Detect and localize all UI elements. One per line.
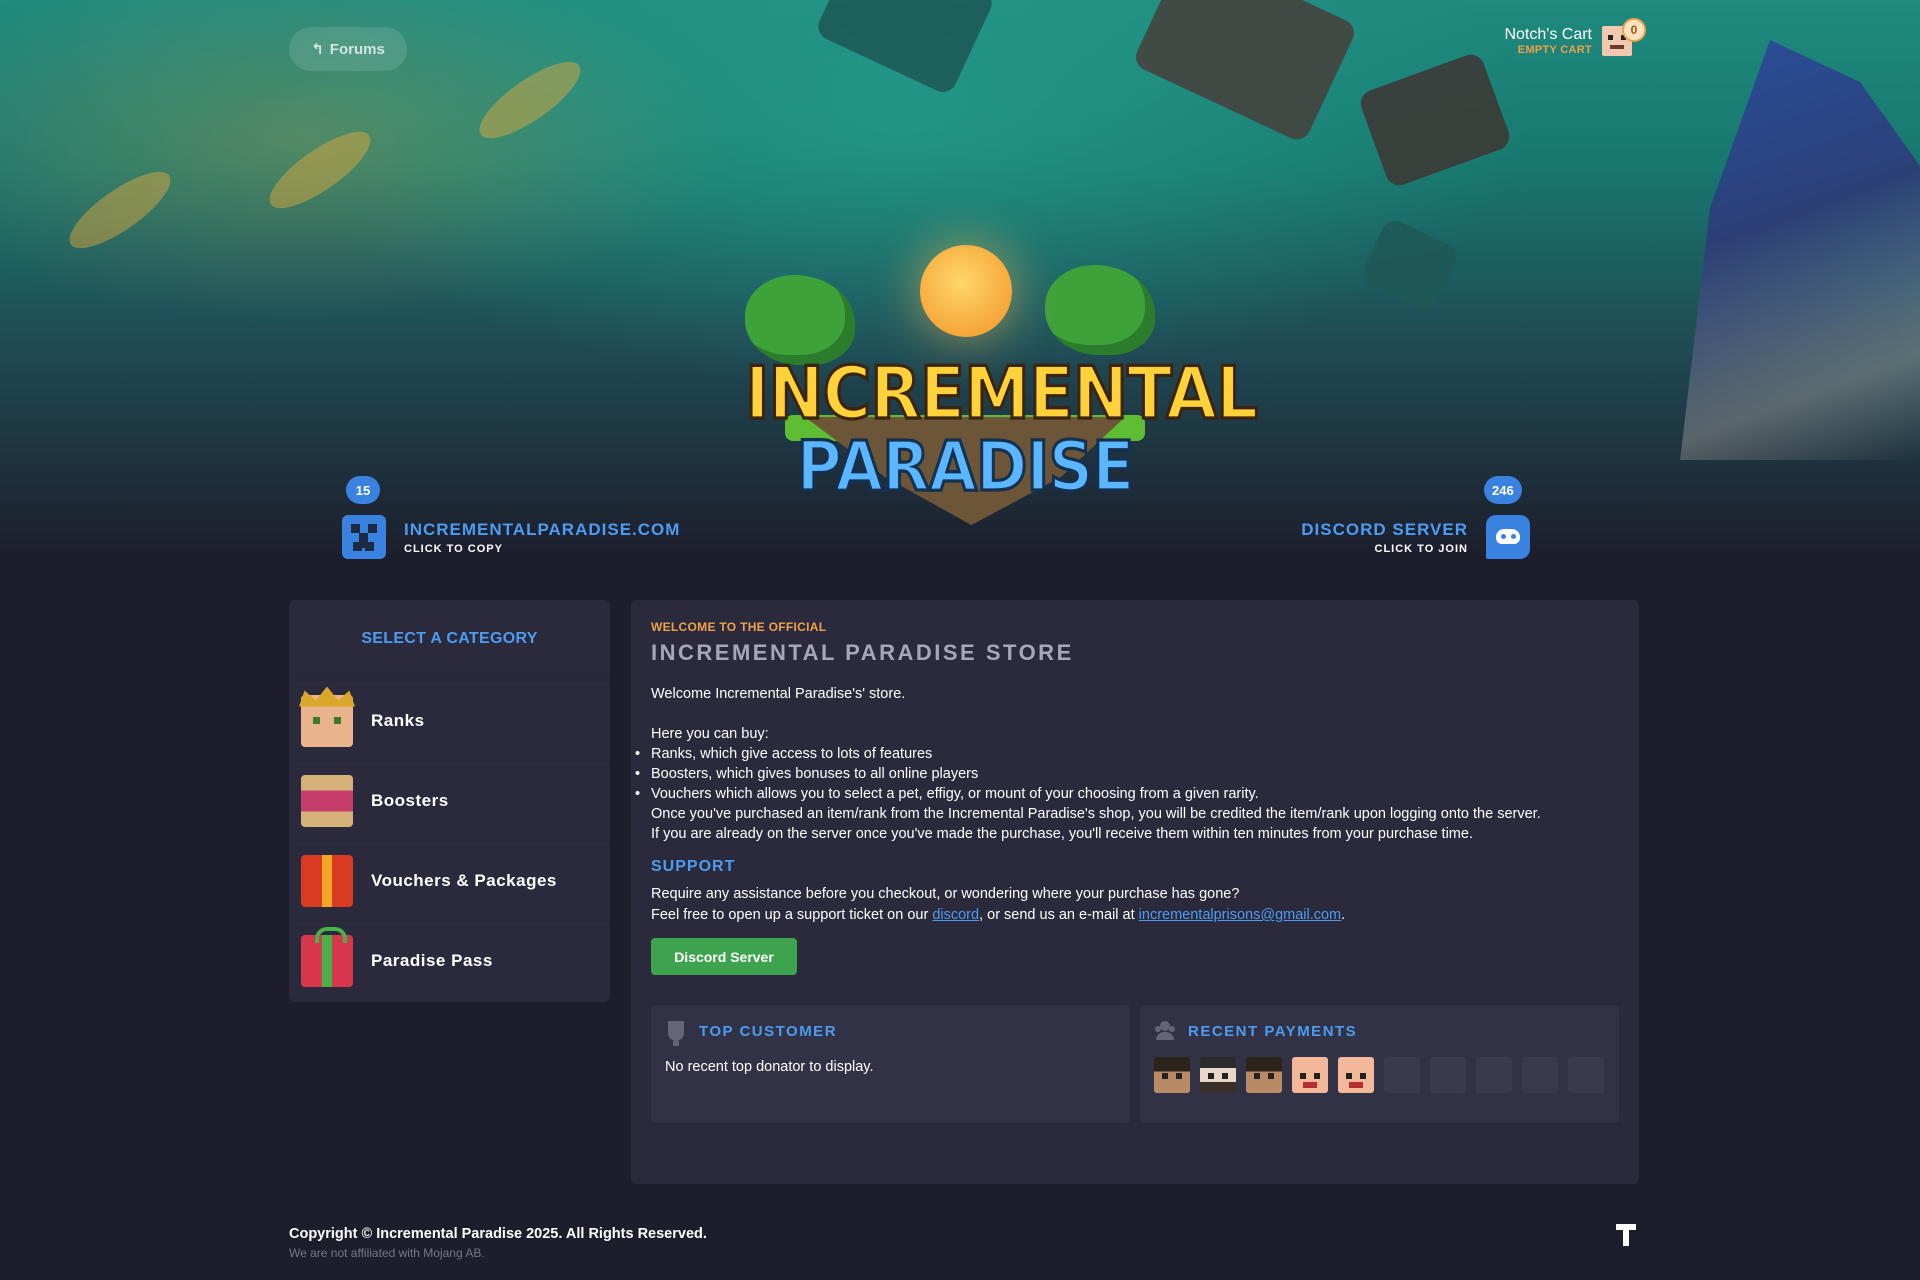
support-line-1: Require any assistance before you checko… — [651, 886, 1240, 902]
logo-text-line2: PARADISE — [795, 425, 1136, 509]
player-head-avatar[interactable] — [1154, 1057, 1190, 1093]
player-head-avatar[interactable] — [1200, 1057, 1236, 1093]
recent-payments-title: RECENT PAYMENTS — [1188, 1022, 1358, 1040]
cliff-decoration — [1680, 40, 1920, 460]
discord-members-badge: 246 — [1484, 476, 1522, 504]
present-icon — [301, 926, 353, 987]
copyright-text: Copyright © Incremental Paradise 2025. A… — [289, 1226, 707, 1242]
buy-list: Ranks, which give access to lots of feat… — [635, 744, 1619, 804]
list-item: Vouchers which allows you to select a pe… — [635, 784, 1619, 804]
support-line-2: Feel free to open up a support ticket on… — [651, 905, 1619, 926]
tree-decoration — [1045, 265, 1155, 355]
support-text: Require any assistance before you checko… — [651, 884, 1619, 926]
floating-rock — [1358, 216, 1462, 314]
player-head-avatar[interactable] — [1338, 1057, 1374, 1093]
logo-text-line1: INCREMENTAL — [744, 349, 1260, 437]
page-title: INCREMENTAL PARADISE STORE — [651, 640, 1074, 665]
empty-payment-slot — [1384, 1057, 1420, 1093]
recent-payments-list — [1154, 1057, 1605, 1093]
sidebar-heading: SELECT A CATEGORY — [289, 600, 610, 680]
buy-heading: Here you can buy: — [651, 726, 769, 742]
sidebar-item-label: Boosters — [371, 790, 449, 810]
list-item: Boosters, which gives bonuses to all onl… — [635, 764, 1619, 784]
discord-server-link[interactable]: DISCORD SERVER CLICK TO JOIN — [1301, 515, 1530, 559]
player-head-avatar[interactable] — [1292, 1057, 1328, 1093]
floating-rock — [813, 0, 997, 97]
server-address-copy[interactable]: INCREMENTALPARADISE.COM CLICK TO COPY — [342, 515, 680, 559]
player-head-avatar[interactable] — [1246, 1057, 1282, 1093]
gift-box-icon — [301, 854, 353, 907]
floating-rock — [1356, 50, 1514, 190]
recent-payments-widget: RECENT PAYMENTS — [1140, 1005, 1619, 1123]
cart[interactable]: Notch's Cart EMPTY CART 0 — [1504, 18, 1646, 56]
server-address: INCREMENTALPARADISE.COM — [404, 519, 681, 539]
sidebar-item-label: Paradise Pass — [371, 950, 493, 970]
site-logo[interactable]: INCREMENTAL PARADISE — [744, 235, 1260, 535]
sidebar-item-label: Ranks — [371, 710, 425, 730]
users-icon — [1154, 1021, 1176, 1041]
floating-rock — [1131, 0, 1359, 145]
discord-link[interactable]: discord — [932, 907, 979, 923]
sidebar-item-label: Vouchers & Packages — [371, 870, 557, 890]
top-customer-empty: No recent top donator to display. — [665, 1059, 874, 1075]
click-to-copy-label: CLICK TO COPY — [404, 542, 503, 555]
online-note: If you are already on the server once yo… — [651, 826, 1473, 842]
top-customer-widget: TOP CUSTOMER No recent top donator to di… — [651, 1005, 1130, 1123]
forums-button[interactable]: ↰ Forums — [289, 27, 407, 71]
reply-arrow-icon: ↰ — [311, 41, 324, 58]
leaf-decoration — [59, 159, 181, 261]
cart-count-badge: 0 — [1622, 18, 1646, 42]
trophy-icon — [668, 1021, 684, 1046]
cart-title: Notch's Cart — [1504, 26, 1592, 43]
welcome-panel: WELCOME TO THE OFFICIAL INCREMENTAL PARA… — [631, 600, 1639, 1184]
category-sidebar: SELECT A CATEGORY Ranks Boosters Voucher… — [289, 600, 610, 1002]
top-customer-title: TOP CUSTOMER — [699, 1022, 838, 1040]
player-avatar-icon: 0 — [1602, 18, 1646, 56]
cart-status: EMPTY CART — [1517, 44, 1592, 56]
sun-decoration — [920, 245, 1012, 337]
welcome-body: Welcome Incremental Paradise's' store. H… — [635, 684, 1619, 844]
sidebar-item-paradise-pass[interactable]: Paradise Pass — [289, 920, 610, 1000]
support-text-part: , or send us an e-mail at — [979, 907, 1139, 923]
welcome-kicker: WELCOME TO THE OFFICIAL — [651, 620, 827, 634]
email-link[interactable]: incrementalprisons@gmail.com — [1139, 907, 1341, 923]
empty-payment-slot — [1476, 1057, 1512, 1093]
leaf-decoration — [469, 49, 591, 151]
support-text-part: Feel free to open up a support ticket on… — [651, 907, 933, 923]
creeper-icon — [342, 515, 386, 559]
credit-note: Once you've purchased an item/rank from … — [651, 806, 1541, 822]
leaf-decoration — [259, 119, 381, 221]
empty-payment-slot — [1568, 1057, 1604, 1093]
empty-payment-slot — [1522, 1057, 1558, 1093]
discord-icon — [1486, 515, 1530, 559]
tebex-logo-icon[interactable] — [1616, 1224, 1636, 1248]
support-heading: SUPPORT — [651, 858, 736, 875]
empty-payment-slot — [1430, 1057, 1466, 1093]
sidebar-item-vouchers[interactable]: Vouchers & Packages — [289, 840, 610, 920]
crowned-head-icon — [301, 694, 353, 747]
discord-server-button[interactable]: Discord Server — [651, 938, 797, 975]
support-text-part: . — [1341, 907, 1346, 923]
intro-text: Welcome Incremental Paradise's' store. — [651, 686, 906, 702]
players-online-badge: 15 — [346, 476, 380, 504]
affiliation-text: We are not affiliated with Mojang AB. — [289, 1246, 485, 1260]
chest-icon — [301, 774, 353, 827]
sidebar-item-ranks[interactable]: Ranks — [289, 680, 610, 760]
forums-label: Forums — [329, 40, 385, 58]
click-to-join-label: CLICK TO JOIN — [1374, 542, 1468, 555]
list-item: Ranks, which give access to lots of feat… — [635, 744, 1619, 764]
sidebar-item-boosters[interactable]: Boosters — [289, 760, 610, 840]
discord-title: DISCORD SERVER — [1301, 519, 1468, 539]
